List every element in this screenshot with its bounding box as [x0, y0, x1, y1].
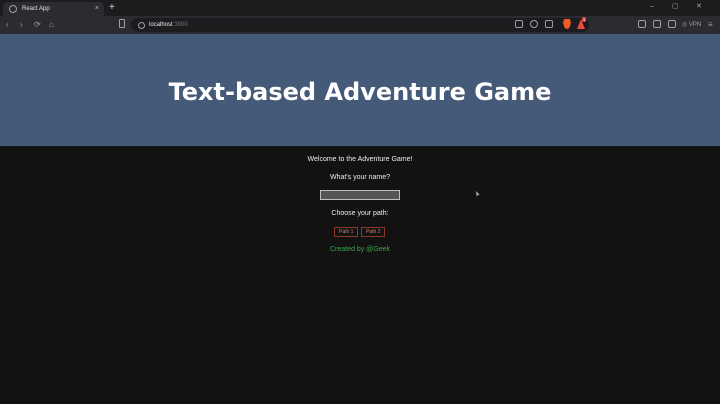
- credit-text: Created by @Geek: [329, 246, 391, 253]
- extensions-icon[interactable]: [638, 20, 646, 28]
- maximize-button[interactable]: ▢: [672, 1, 679, 13]
- path-1-button[interactable]: Path 1: [334, 227, 359, 237]
- bookmark-icon[interactable]: [119, 19, 125, 28]
- path-prompt: Choose your path:: [331, 210, 389, 217]
- back-icon[interactable]: ‹: [6, 19, 9, 31]
- zoom-icon[interactable]: [530, 20, 538, 28]
- home-icon[interactable]: ⌂: [49, 19, 54, 31]
- url-host: localhost: [149, 22, 173, 28]
- share-icon[interactable]: [545, 20, 553, 28]
- vpn-label: VPN: [688, 22, 702, 28]
- browser-tab-bar: React App × + – ▢ ✕: [0, 0, 720, 16]
- new-tab-button[interactable]: +: [109, 2, 115, 14]
- game-panel: Welcome to the Adventure Game! What's yo…: [0, 146, 720, 404]
- forward-icon[interactable]: ›: [20, 19, 23, 31]
- welcome-message: Welcome to the Adventure Game!: [307, 156, 413, 163]
- url-text: localhost:3000: [149, 20, 188, 30]
- tab-close-icon[interactable]: ×: [95, 4, 99, 14]
- cast-icon[interactable]: [515, 20, 523, 28]
- reload-icon[interactable]: ⟳: [34, 19, 41, 31]
- minimize-button[interactable]: –: [650, 1, 654, 13]
- sidebar-icon[interactable]: [653, 20, 661, 28]
- browser-toolbar: ‹ › ⟳ ⌂ localhost:3000 1 ◎ VPN ≡: [0, 16, 720, 34]
- name-input[interactable]: [320, 190, 400, 200]
- close-window-button[interactable]: ✕: [696, 1, 702, 13]
- tab-title: React App: [22, 6, 50, 12]
- name-prompt: What's your name?: [329, 174, 391, 181]
- browser-menu-icon[interactable]: ≡: [708, 19, 713, 31]
- path-2-button[interactable]: Path 2: [361, 227, 386, 237]
- url-port: :3000: [172, 22, 188, 28]
- page-header: Text-based Adventure Game: [0, 34, 720, 146]
- wallet-icon[interactable]: [668, 20, 676, 28]
- vpn-button[interactable]: ◎ VPN: [682, 19, 701, 31]
- browser-tab[interactable]: React App ×: [3, 2, 104, 16]
- react-favicon-icon: [9, 5, 17, 13]
- site-info-icon[interactable]: [138, 22, 145, 29]
- page-title: Text-based Adventure Game: [168, 78, 552, 106]
